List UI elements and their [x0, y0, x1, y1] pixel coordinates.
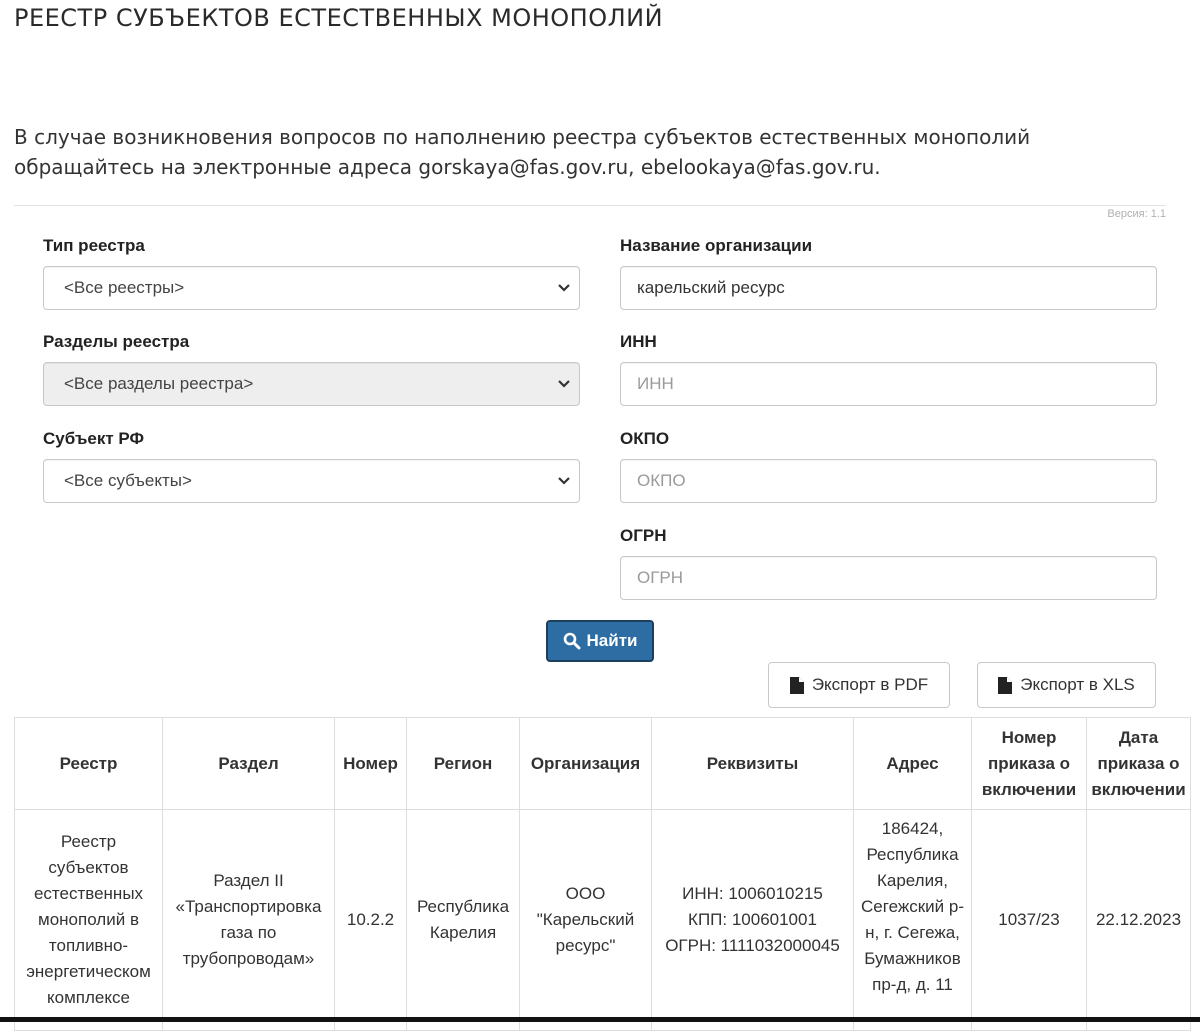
results-table: Реестр Раздел Номер Регион Организация Р… — [14, 717, 1191, 1031]
requisites-ogrn: ОГРН: 1111032000045 — [665, 936, 840, 955]
cell-order-number: 1037/23 — [971, 809, 1087, 1031]
cell-region: Республика Карелия — [406, 809, 520, 1031]
registry-type-value: <Все реестры> — [64, 278, 185, 297]
column-header[interactable]: Дата приказа о включении — [1086, 717, 1191, 810]
column-header[interactable]: Организация — [519, 717, 652, 810]
cell-section: Раздел II «Транспортировка газа по трубо… — [162, 809, 335, 1031]
inn-label: ИНН — [620, 332, 657, 351]
column-header[interactable]: Реестр — [14, 717, 163, 810]
org-name-label: Название организации — [620, 236, 813, 255]
divider — [14, 205, 1166, 206]
version-label: Версия: 1.1 — [1107, 208, 1166, 220]
file-icon — [998, 676, 1013, 694]
cell-requisites: ИНН: 1006010215 КПП: 100601001 ОГРН: 111… — [651, 809, 854, 1031]
registry-sections-value: <Все разделы реестра> — [64, 374, 254, 393]
column-header[interactable]: Реквизиты — [651, 717, 854, 810]
export-xls-button[interactable]: Экспорт в XLS — [977, 662, 1156, 708]
export-pdf-label: Экспорт в PDF — [811, 675, 929, 694]
column-header[interactable]: Номер — [334, 717, 407, 810]
registry-type-label: Тип реестра — [43, 236, 145, 255]
bottom-border — [0, 1017, 1200, 1022]
search-icon — [563, 632, 581, 650]
requisites-inn: ИНН: 1006010215 — [682, 884, 823, 903]
page-title: РЕЕСТР СУБЪЕКТОВ ЕСТЕСТВЕННЫХ МОНОПОЛИЙ — [14, 4, 664, 32]
contact-notice: В случае возникновения вопросов по напол… — [14, 125, 1031, 179]
registry-sections-label: Разделы реестра — [43, 332, 190, 351]
subject-select[interactable]: <Все субъекты> — [43, 459, 580, 503]
search-button[interactable]: Найти — [546, 620, 654, 662]
cell-address: 186424, Республика Карелия, Сегежский р-… — [853, 809, 972, 1031]
column-header[interactable]: Адрес — [853, 717, 972, 810]
inn-input[interactable]: ИНН — [620, 362, 1157, 406]
okpo-input[interactable]: ОКПО — [620, 459, 1157, 503]
subject-label: Субъект РФ — [43, 429, 145, 448]
org-name-input[interactable]: карельский ресурс — [620, 266, 1157, 310]
search-button-label: Найти — [586, 631, 638, 650]
requisites-kpp: КПП: 100601001 — [688, 910, 817, 929]
column-header[interactable]: Номер приказа о включении — [971, 717, 1087, 810]
okpo-label: ОКПО — [620, 429, 670, 448]
chevron-down-icon — [558, 380, 570, 388]
subject-value: <Все субъекты> — [64, 471, 192, 490]
cell-order-date: 22.12.2023 — [1086, 809, 1191, 1031]
cell-organization: ООО "Карельский ресурс" — [519, 809, 652, 1031]
registry-sections-select[interactable]: <Все разделы реестра> — [43, 362, 580, 406]
column-header[interactable]: Регион — [406, 717, 520, 810]
ogrn-input[interactable]: ОГРН — [620, 556, 1157, 600]
chevron-down-icon — [558, 477, 570, 485]
table-header-row: Реестр Раздел Номер Регион Организация Р… — [14, 717, 1191, 810]
registry-type-select[interactable]: <Все реестры> — [43, 266, 580, 310]
export-pdf-button[interactable]: Экспорт в PDF — [768, 662, 950, 708]
table-row[interactable]: Реестр субъектов естественных монополий … — [14, 809, 1191, 1031]
column-header[interactable]: Раздел — [162, 717, 335, 810]
file-icon — [789, 676, 804, 694]
cell-number: 10.2.2 — [334, 809, 407, 1031]
chevron-down-icon — [558, 284, 570, 292]
cell-registry: Реестр субъектов естественных монополий … — [14, 809, 163, 1031]
export-xls-label: Экспорт в XLS — [1020, 675, 1135, 694]
ogrn-label: ОГРН — [620, 526, 667, 545]
